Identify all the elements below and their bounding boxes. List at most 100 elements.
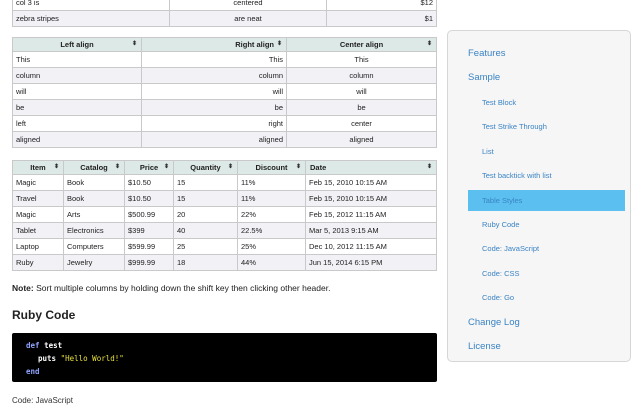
table-cell: 44% [237, 254, 306, 271]
table-row: be be be [12, 99, 437, 116]
table-cell: 11% [237, 190, 306, 207]
sort-icon: ⬍ [131, 41, 137, 47]
code-identifier: test [44, 341, 63, 350]
table-row: Tablet Electronics $399 40 22.5% Mar 5, 2013 … [12, 222, 437, 239]
nav-sample[interactable]: Sample [468, 72, 500, 83]
table-cell: Feb 15, 2010 10:15 AM [305, 174, 437, 191]
sort-icon: ⬍ [426, 164, 432, 170]
header-label: Date [310, 163, 327, 172]
table-cell: aligned [141, 131, 287, 148]
table-cell: 11% [237, 174, 306, 191]
sort-icon: ⬍ [114, 164, 120, 170]
table-cell: Mar 5, 2013 9:15 AM [305, 222, 437, 239]
header-catalog[interactable]: Catalog ⬍ [63, 160, 125, 175]
header-left-align[interactable]: Left align ⬍ [12, 37, 142, 52]
header-right-align[interactable]: Right align ⬍ [141, 37, 287, 52]
table-cell: Feb 15, 2010 10:15 AM [305, 190, 437, 207]
header-discount[interactable]: Discount ⬍ [237, 160, 306, 175]
code-line: end [26, 367, 40, 376]
table-cell: center [286, 115, 437, 132]
table-cell: column [12, 67, 142, 84]
table-cell: $10.50 [124, 190, 174, 207]
table-cell: Magic [12, 174, 64, 191]
header-label: Center align [339, 40, 384, 49]
sort-icon: ⬍ [276, 41, 282, 47]
code-keyword: def [26, 341, 40, 350]
table-cell: 15 [173, 174, 238, 191]
table-cell: centered [169, 0, 327, 11]
table-cell: This [12, 51, 142, 68]
header-quantity[interactable]: Quantity ⬍ [173, 160, 238, 175]
header-label: Right align [235, 40, 274, 49]
header-date[interactable]: Date ⬍ [305, 160, 437, 175]
header-label: Quantity [190, 163, 221, 172]
table-cell: $599.99 [124, 238, 174, 255]
table-cell: $10.50 [124, 174, 174, 191]
table-cell: left [12, 115, 142, 132]
nav-test-block[interactable]: Test Block [482, 98, 516, 107]
table-row: will will will [12, 83, 437, 100]
header-center-align[interactable]: Center align ⬍ [286, 37, 437, 52]
table-header-row: Item ⬍ Catalog ⬍ Price ⬍ Quantity ⬍ Discount… [12, 160, 437, 175]
table-cell: Laptop [12, 238, 64, 255]
nav-table-styles[interactable]: Table Styles [482, 196, 522, 205]
nav-change-log[interactable]: Change Log [468, 317, 520, 328]
nav-list[interactable]: List [482, 147, 494, 156]
sort-icon: ⬍ [227, 164, 233, 170]
table-cell: $500.99 [124, 206, 174, 223]
table-cell: Feb 15, 2012 11:15 AM [305, 206, 437, 223]
nav-test-strike-through[interactable]: Test Strike Through [482, 122, 547, 131]
table-cell: Dec 10, 2012 11:15 AM [305, 238, 437, 255]
table-row: This This This [12, 51, 437, 68]
note-text: Sort multiple columns by holding down th… [33, 283, 331, 293]
nav-code-javascript[interactable]: Code: JavaScript [482, 244, 539, 253]
code-keyword: end [26, 367, 40, 376]
sort-icon: ⬍ [426, 41, 432, 47]
nav-ruby-code[interactable]: Ruby Code [482, 220, 520, 229]
table-cell: be [141, 99, 287, 116]
note-label: Note: [12, 283, 34, 293]
table-cell: Magic [12, 206, 64, 223]
table-cell: 25% [237, 238, 306, 255]
header-price[interactable]: Price ⬍ [124, 160, 174, 175]
table-cell: 25 [173, 238, 238, 255]
table-cell: 22% [237, 206, 306, 223]
table-row: Ruby Jewelry $999.99 18 44% Jun 15, 2014 6:15… [12, 254, 437, 271]
code-identifier: puts [38, 354, 57, 363]
header-label: Left align [60, 40, 94, 49]
table-row: column column column [12, 67, 437, 84]
header-label: Discount [255, 163, 288, 172]
alignment-table: Left align ⬍ Right align ⬍ Center align ⬍ T… [12, 37, 437, 148]
table-cell: 15 [173, 190, 238, 207]
table-cell: Book [63, 190, 125, 207]
table-cell: This [141, 51, 287, 68]
table-cell: Travel [12, 190, 64, 207]
table-cell: Electronics [63, 222, 125, 239]
nav-features[interactable]: Features [468, 48, 506, 59]
table-cell: aligned [12, 131, 142, 148]
table-cell: column [286, 67, 437, 84]
header-label: Price [139, 163, 159, 172]
table-cell: be [286, 99, 437, 116]
table-cell: $12 [326, 0, 437, 11]
section-title: Ruby Code [12, 308, 76, 322]
next-section-title: Code: JavaScript [12, 396, 73, 405]
table-cell: 40 [173, 222, 238, 239]
table-cell: aligned [286, 131, 437, 148]
table-cell: $1 [326, 10, 437, 27]
table-cell: 22.5% [237, 222, 306, 239]
table-cell: right [141, 115, 287, 132]
table-header-row: Left align ⬍ Right align ⬍ Center align ⬍ [12, 37, 437, 52]
nav-license[interactable]: License [468, 341, 501, 352]
code-block: def test puts "Hello World!" end [12, 333, 437, 382]
table-cell: 18 [173, 254, 238, 271]
header-label: Item [30, 163, 46, 172]
nav-test-backtick[interactable]: Test backtick with list [482, 171, 552, 180]
table-cell: will [141, 83, 287, 100]
table-cell: $399 [124, 222, 174, 239]
nav-code-go[interactable]: Code: Go [482, 293, 514, 302]
code-string: "Hello World!" [60, 354, 124, 363]
nav-code-css[interactable]: Code: CSS [482, 269, 520, 278]
code-line: def test [26, 341, 62, 350]
header-item[interactable]: Item ⬍ [12, 160, 64, 175]
